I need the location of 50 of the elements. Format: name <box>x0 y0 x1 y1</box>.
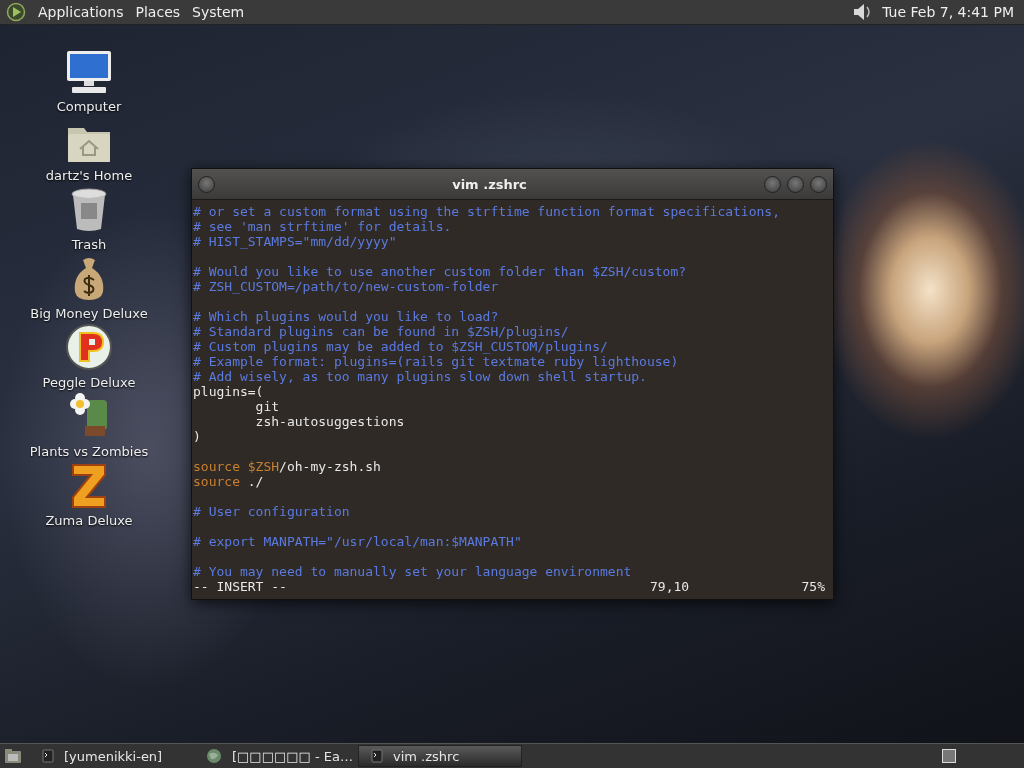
code-line: # or set a custom format using the strftime function format specifications, <box>193 204 781 219</box>
code-line: # HIST_STAMPS="mm/dd/yyyy" <box>193 234 398 249</box>
code-line: # export MANPATH="/usr/local/man:$MANPATH" <box>193 534 523 549</box>
code-line: # You may need to manually set your language environment <box>193 564 633 579</box>
code-line: source $ZSH/oh-my-zsh.sh <box>193 459 382 474</box>
code-line: # Custom plugins may be added to $ZSH_CUSTOM/plugins/ <box>193 339 609 354</box>
globe-icon <box>206 748 222 764</box>
icon-label[interactable]: Plants vs Zombies <box>27 444 151 459</box>
icon-label[interactable]: Big Money Deluxe <box>28 306 150 321</box>
game-icon[interactable] <box>65 323 113 371</box>
icon-label[interactable]: Peggle Deluxe <box>40 375 138 390</box>
code-line: # Example format: plugins=(rails git textmate ruby lighthouse) <box>193 354 680 369</box>
task-button[interactable]: vim .zshrc <box>358 745 522 767</box>
code-line: zsh-autosuggestions <box>254 414 406 429</box>
show-desktop-icon[interactable] <box>4 748 22 764</box>
terminal-icon <box>42 749 54 763</box>
minimize-button[interactable] <box>764 175 781 193</box>
code-line: git <box>254 399 281 414</box>
terminal-icon <box>371 749 383 763</box>
icon-label[interactable]: Zuma Deluxe <box>43 513 135 528</box>
code-line: # Add wisely, as too many plugins slow down shell startup. <box>193 369 648 384</box>
scroll-percent: 75% <box>800 579 826 594</box>
code-line: # Would you like to use another custom folder than $ZSH/custom? <box>193 264 688 279</box>
monitor-icon[interactable] <box>64 49 114 95</box>
trash-icon[interactable] <box>69 187 109 233</box>
code-line: # Which plugins would you like to load? <box>193 309 500 324</box>
code-line: # Standard plugins can be found in $ZSH/plugins/ <box>193 324 570 339</box>
menu-item[interactable]: Applications <box>32 2 130 22</box>
window-menu-button[interactable] <box>198 175 215 193</box>
icon-label[interactable]: Trash <box>69 237 109 252</box>
code-line: # ZSH_CUSTOM=/path/to/new-custom-folder <box>193 279 500 294</box>
icon-label[interactable]: Computer <box>54 99 124 114</box>
code-line: plugins=( <box>193 384 265 399</box>
window-title: vim .zshrc <box>451 176 528 192</box>
task-button[interactable]: [yumenikki-en] <box>30 745 194 767</box>
icon-label[interactable]: dartz's Home <box>43 168 135 183</box>
mode-indicator: -- INSERT -- <box>193 579 287 594</box>
logo-icon[interactable] <box>6 2 26 22</box>
clock[interactable]: Tue Feb 7, 4:41 PM <box>880 2 1020 22</box>
menu-item[interactable]: System <box>186 2 251 22</box>
code-line: source ./ <box>193 474 265 489</box>
maximize-button[interactable] <box>787 175 804 193</box>
menu-item[interactable]: Places <box>129 2 187 22</box>
cursor-position: 79,10 <box>650 579 691 594</box>
workspace-switcher[interactable] <box>942 749 956 763</box>
code-line: # see 'man strftime' for details. <box>193 219 453 234</box>
close-button[interactable] <box>810 175 827 193</box>
task-button[interactable]: [□□□□□□ - Ea… <box>194 745 358 767</box>
code-line: ) <box>193 429 202 444</box>
code-line: # User configuration <box>193 504 351 519</box>
